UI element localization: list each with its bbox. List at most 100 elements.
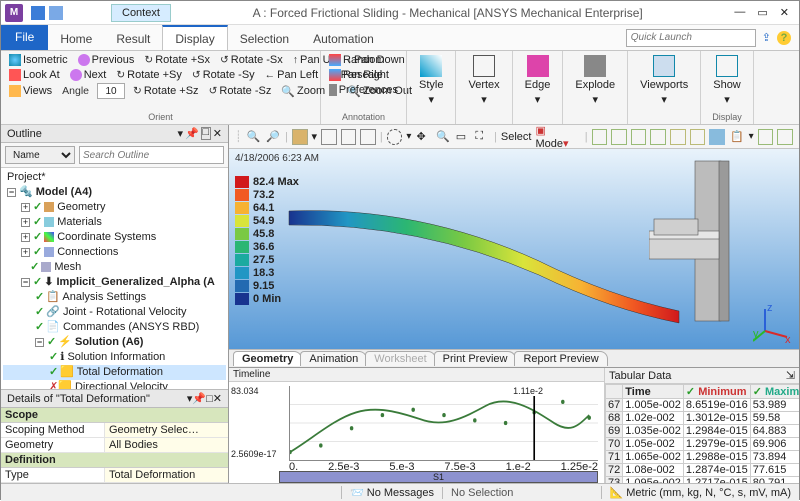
status-units[interactable]: 📐 Metric (mm, kg, N, °C, s, mV, mA) bbox=[601, 486, 800, 499]
graph-step-bar[interactable]: S1 bbox=[279, 471, 598, 483]
viewports-button[interactable]: Viewports▾ bbox=[634, 53, 694, 108]
look-at-button[interactable]: Look At bbox=[7, 68, 62, 82]
tree-project[interactable]: Project* bbox=[3, 170, 226, 185]
help-icon[interactable]: ? bbox=[777, 31, 791, 45]
zoom2-icon[interactable]: 🔍 bbox=[435, 129, 451, 145]
zoom-icon[interactable]: 🔎 bbox=[265, 129, 281, 145]
vertex-button[interactable]: Vertex▾ bbox=[462, 53, 505, 108]
fit-icon[interactable]: ⛶ bbox=[474, 129, 490, 145]
gtab-animation[interactable]: Animation bbox=[300, 351, 367, 366]
vt-i5[interactable] bbox=[670, 129, 686, 145]
vt-i4[interactable] bbox=[650, 129, 666, 145]
quick-launch-input[interactable] bbox=[626, 29, 756, 47]
wire3-icon[interactable] bbox=[360, 129, 376, 145]
vt-clipboard-icon[interactable]: 📋 bbox=[729, 129, 745, 145]
explode-button[interactable]: Explode▾ bbox=[569, 53, 621, 108]
tree-commands[interactable]: ✓📄 Commandes (ANSYS RBD) bbox=[3, 320, 226, 335]
outline-tree[interactable]: Project* −🔩 Model (A4) +✓Geometry +✓Mate… bbox=[1, 168, 228, 389]
pin-icon[interactable]: 📌 bbox=[185, 127, 199, 140]
outline-filter-select[interactable]: Name bbox=[5, 146, 75, 164]
panel-close-icon[interactable]: □ bbox=[201, 127, 211, 140]
tree-directional-velocity[interactable]: ✗🟨 Directional Velocity bbox=[3, 380, 226, 389]
minimize-icon[interactable]: — bbox=[734, 6, 745, 19]
viewport-3d[interactable]: 4/18/2006 6:23 AM 82.4 Max73.264.154.945… bbox=[229, 149, 799, 349]
file-tab[interactable]: File bbox=[1, 25, 48, 50]
outline-search-input[interactable] bbox=[79, 146, 224, 164]
pan-icon[interactable]: ✥ bbox=[415, 129, 431, 145]
vt-i3[interactable] bbox=[631, 129, 647, 145]
tabular-body[interactable]: Time✓ Minimum✓ Maximum671.005e-0028.6519… bbox=[605, 384, 799, 483]
rotate-my-button[interactable]: ↺Rotate -Sy bbox=[190, 68, 257, 82]
tree-geometry[interactable]: +✓Geometry bbox=[3, 200, 226, 215]
style-button[interactable]: Style▾ bbox=[413, 53, 449, 108]
rescale-button[interactable]: Rescale bbox=[327, 68, 400, 82]
rotate-mx-button[interactable]: ↺Rotate -Sx bbox=[218, 53, 285, 67]
angle-input[interactable] bbox=[97, 83, 125, 99]
tab-home[interactable]: Home bbox=[48, 25, 104, 50]
tab-display[interactable]: Display bbox=[162, 25, 227, 50]
show-button[interactable]: Show▾ bbox=[707, 53, 747, 108]
tree-analysis[interactable]: −✓⬇ Implicit_Generalized_Alpha (A bbox=[3, 275, 226, 290]
tree-total-deformation[interactable]: ✓🟨 Total Deformation bbox=[3, 365, 226, 380]
tree-model[interactable]: −🔩 Model (A4) bbox=[3, 185, 226, 200]
wire-icon[interactable] bbox=[321, 129, 337, 145]
vt-i7[interactable] bbox=[709, 129, 725, 145]
tree-solution-info[interactable]: ✓ℹ Solution Information bbox=[3, 350, 226, 365]
random-button[interactable]: Random bbox=[327, 53, 400, 67]
box-zoom-icon[interactable]: ▭ bbox=[455, 129, 471, 145]
qat-dropdown-icon[interactable] bbox=[49, 6, 63, 20]
rotate-icon[interactable] bbox=[387, 129, 403, 145]
details-pin-icon[interactable]: 📌 bbox=[192, 393, 206, 405]
gtab-geometry[interactable]: Geometry bbox=[233, 351, 302, 366]
tree-mesh[interactable]: ✓Mesh bbox=[3, 260, 226, 275]
zoom-fit-icon[interactable]: 🔍 bbox=[246, 129, 262, 145]
next-button[interactable]: Next bbox=[68, 68, 109, 82]
vt-i6[interactable] bbox=[690, 129, 706, 145]
dropdown-icon[interactable]: ▾ bbox=[178, 127, 184, 140]
tree-solution[interactable]: −✓⚡ Solution (A6) bbox=[3, 335, 226, 350]
vt-i8[interactable] bbox=[758, 129, 774, 145]
previous-button[interactable]: Previous bbox=[76, 53, 137, 67]
gtab-report[interactable]: Report Preview bbox=[514, 351, 607, 366]
chevron-down-icon[interactable]: ▾ bbox=[312, 130, 318, 143]
shaded-icon[interactable] bbox=[292, 129, 308, 145]
share-icon[interactable]: ⇪ bbox=[762, 31, 771, 44]
tab-selection[interactable]: Selection bbox=[228, 25, 301, 50]
type-value[interactable]: Total Deformation bbox=[105, 468, 228, 482]
rotate-py-button[interactable]: ↻Rotate +Sy bbox=[114, 68, 184, 82]
rotate-mz-button[interactable]: ↺Rotate -Sz bbox=[207, 84, 274, 98]
pan-left-button[interactable]: ←Pan Left bbox=[263, 68, 320, 82]
tree-coordsys[interactable]: +✓Coordinate Systems bbox=[3, 230, 226, 245]
graph-body[interactable]: 83.034 2.5609e-17 1.11e-2 0.2.5e-35.e-37… bbox=[229, 382, 604, 483]
tree-joint-velocity[interactable]: ✓🔗 Joint - Rotational Velocity bbox=[3, 305, 226, 320]
gtab-print[interactable]: Print Preview bbox=[434, 351, 517, 366]
tab-automation[interactable]: Automation bbox=[301, 25, 386, 50]
mode-button[interactable]: ▣ Mode▾ bbox=[535, 124, 580, 150]
preferences-button[interactable]: Preferences bbox=[327, 83, 400, 97]
tree-analysis-settings[interactable]: ✓📋 Analysis Settings bbox=[3, 290, 226, 305]
panel-x-icon[interactable]: ✕ bbox=[213, 127, 222, 140]
graph-plot[interactable]: 1.11e-2 bbox=[289, 386, 598, 461]
geometry-value[interactable]: All Bodies bbox=[105, 438, 228, 452]
views-button[interactable]: Views bbox=[7, 84, 54, 98]
tree-connections[interactable]: +✓Connections bbox=[3, 245, 226, 260]
close-icon[interactable]: ✕ bbox=[780, 6, 789, 19]
vt-i2[interactable] bbox=[611, 129, 627, 145]
context-tab[interactable]: Context bbox=[111, 4, 171, 22]
status-messages[interactable]: 📨 No Messages bbox=[341, 486, 442, 499]
tree-materials[interactable]: +✓Materials bbox=[3, 215, 226, 230]
maximize-icon[interactable]: ▭ bbox=[757, 6, 767, 19]
details-definition-group[interactable]: Definition bbox=[1, 453, 228, 468]
rotate-px-button[interactable]: ↻Rotate +Sx bbox=[142, 53, 212, 67]
qat-save-icon[interactable] bbox=[31, 6, 45, 20]
vt-i9[interactable] bbox=[777, 129, 793, 145]
details-scope-group[interactable]: Scope bbox=[1, 408, 228, 423]
gtab-worksheet[interactable]: Worksheet bbox=[365, 351, 435, 366]
edge-button[interactable]: Edge▾ bbox=[519, 53, 557, 108]
wire2-icon[interactable] bbox=[341, 129, 357, 145]
details-box-icon[interactable]: □ bbox=[206, 393, 213, 405]
rotate-pz-button[interactable]: ↻Rotate +Sz bbox=[131, 84, 201, 98]
scoping-method-value[interactable]: Geometry Selec… bbox=[105, 423, 228, 437]
vt-i1[interactable] bbox=[592, 129, 608, 145]
isometric-button[interactable]: Isometric bbox=[7, 53, 70, 67]
